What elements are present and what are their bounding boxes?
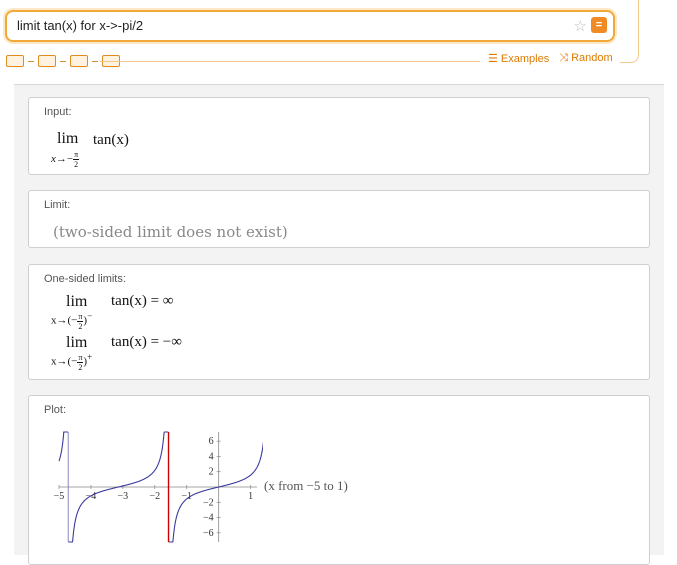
sub-prefix: x→(− [51,355,78,368]
lim-symbol: lim [66,293,88,310]
tan-curve-branch [256,441,263,468]
compute-button[interactable]: = [591,17,607,33]
x-tick-label: −4 [86,491,97,502]
left-limit-expression: tan(x) = ∞ [111,293,174,309]
search-input[interactable]: limit tan(x) for x->-pi/2 [17,18,143,33]
toolbar-divider [60,60,66,62]
limit-result: (two-sided limit does not exist) [53,223,288,241]
x-tick-label: −3 [118,491,129,502]
sub-prefix: x→(− [51,314,78,327]
examples-label: Examples [500,53,550,65]
y-tick-label: −6 [203,528,214,539]
right-limit-expression: tan(x) = −∞ [111,334,182,350]
plot-range-label: (x from −5 to 1) [264,478,348,493]
x-tick-label: 1 [248,491,253,502]
pod-title: Plot: [44,404,67,416]
table-icon[interactable] [70,55,88,67]
top-links: ☰ Examples ⤨ Random [488,52,613,65]
keyboard-icon[interactable] [6,55,24,67]
limit-pod: Limit: (two-sided limit does not exist) [28,190,650,248]
results-area: Input: lim x→− π 2 tan(x) Limit: (two-side… [14,84,664,565]
toolbar-line [100,61,480,62]
frac-num: π [73,150,80,160]
pod-title: Limit: [44,199,71,211]
sub-arrow: →− [55,153,74,166]
search-bar[interactable]: limit tan(x) for x->-pi/2 ☆ = [5,10,615,42]
random-link[interactable]: ⤨ Random [559,52,612,65]
lim-symbol: lim [57,130,79,147]
pod-title: One-sided limits: [44,273,126,285]
one-sided-pod: One-sided limits: lim x→(− π 2)− tan(x) = … [28,264,650,380]
minus-sup: − [87,311,93,321]
plus-sup: + [87,352,93,362]
toolbar-divider [28,60,34,62]
shuffle-icon: ⤨ [559,52,572,64]
y-tick-label: 6 [209,436,214,447]
star-icon[interactable]: ☆ [574,17,587,35]
input-pod: Input: lim x→− π 2 tan(x) [28,97,650,175]
right-limit-subscript: x→(− π 2)+ [51,352,92,372]
y-tick-label: 4 [209,451,214,462]
list-icon: ☰ [488,53,501,65]
examples-link[interactable]: ☰ Examples [488,52,549,65]
pod-title: Input: [44,106,72,118]
left-limit-subscript: x→(− π 2)− [51,311,92,331]
y-tick-label: 2 [209,467,214,478]
tan-plot: −5 −4 −3 −2 −1 1−6−4−2246 [54,431,263,543]
lim-symbol: lim [66,334,88,351]
search-frame-decoration [620,0,639,63]
plot-pod: Plot: −5 −4 −3 −2 −1 1 −6 −4 −2 2 4 6 (x from −5 to… [28,395,650,565]
limit-subscript: x→− π 2 [51,150,80,169]
x-tick-label: −2 [149,491,160,502]
random-label: Random [571,52,613,64]
input-expression: tan(x) [93,132,129,148]
x-tick-label: −5 [54,491,65,502]
fraction: π2 [73,150,80,169]
y-tick-label: −4 [203,513,214,524]
y-tick-label: −2 [203,497,214,508]
camera-icon[interactable] [38,55,56,67]
toolbar-divider [92,60,98,62]
tan-curve-branch [58,431,69,462]
frac-den: 2 [74,160,79,169]
